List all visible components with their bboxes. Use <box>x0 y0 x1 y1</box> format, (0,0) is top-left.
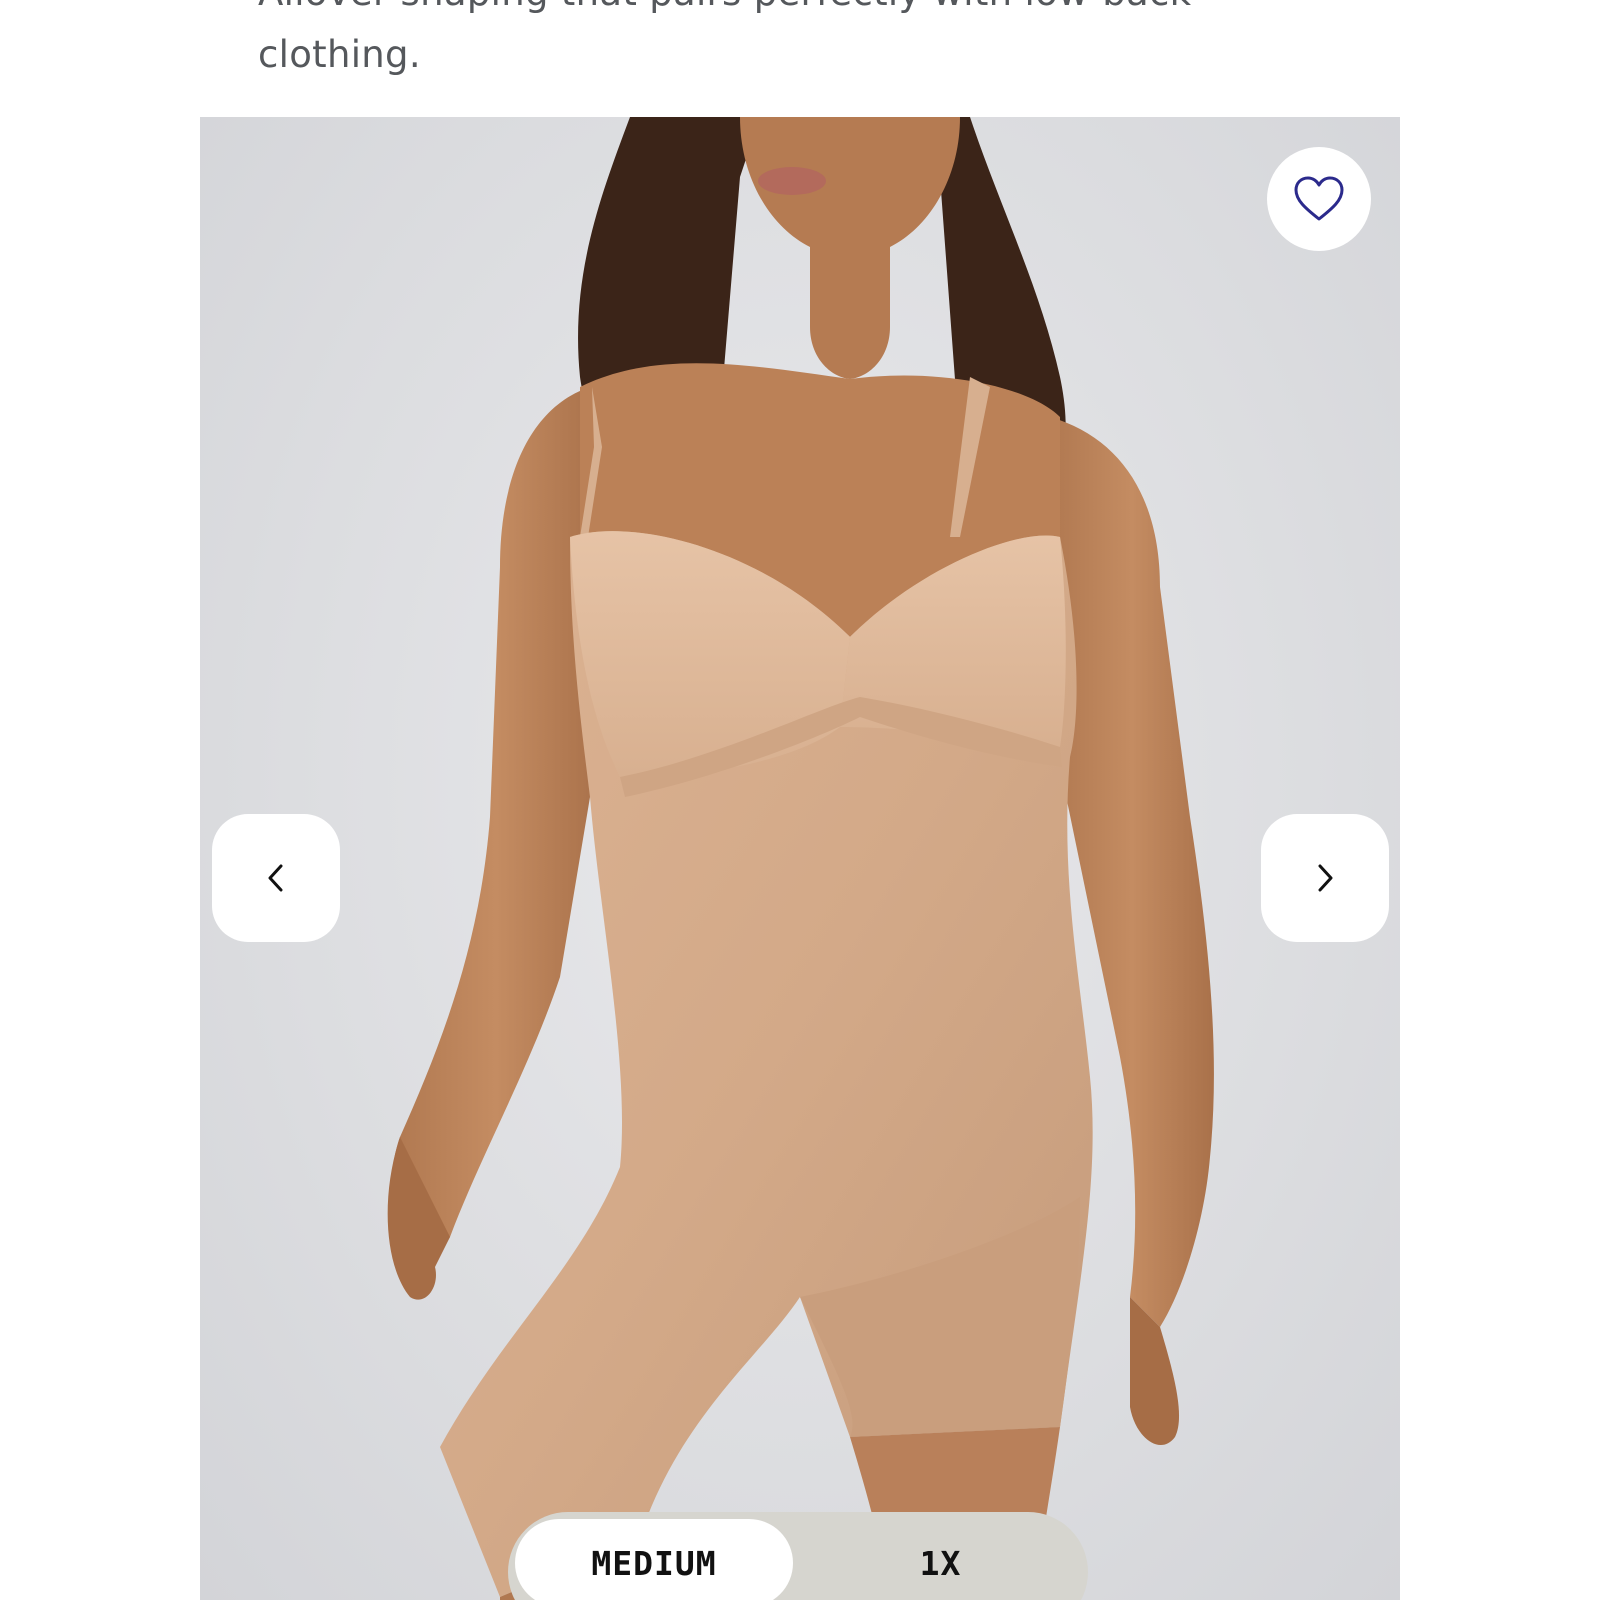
size-selector: MEDIUM 1X <box>508 1512 1088 1600</box>
favorite-button[interactable] <box>1267 147 1371 251</box>
size-option-1x[interactable]: 1X <box>793 1519 1088 1600</box>
chevron-left-icon <box>268 864 283 892</box>
product-photo <box>387 117 1214 1600</box>
product-description: Allover shaping that pairs perfectly wit… <box>258 0 1191 76</box>
next-image-button[interactable] <box>1261 814 1389 942</box>
heart-outline-icon <box>1294 176 1344 221</box>
chevron-right-icon <box>1318 864 1333 892</box>
product-page: Allover shaping that pairs perfectly wit… <box>0 0 1600 1600</box>
product-image-gallery: MEDIUM 1X <box>200 117 1400 1600</box>
size-option-medium[interactable]: MEDIUM <box>515 1519 793 1600</box>
previous-image-button[interactable] <box>212 814 340 942</box>
